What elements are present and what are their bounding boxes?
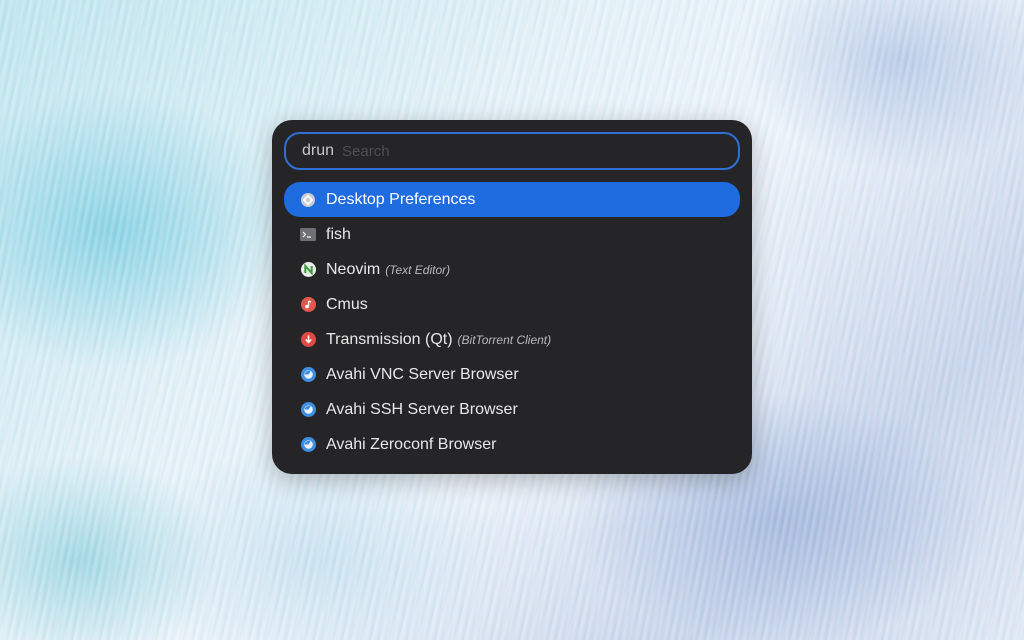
music-note-icon: [300, 297, 316, 313]
results-list: Desktop Preferences fish Neovim (Text Ed…: [284, 182, 740, 462]
app-launcher: drun Desktop Preferences: [272, 120, 752, 474]
network-globe-icon: [300, 402, 316, 418]
result-label: Neovim: [326, 260, 381, 278]
result-label: Desktop Preferences: [326, 190, 476, 208]
result-item-neovim[interactable]: Neovim (Text Editor): [284, 252, 740, 287]
result-label: Cmus: [326, 295, 368, 313]
result-item-cmus[interactable]: Cmus: [284, 287, 740, 322]
result-item-desktop-preferences[interactable]: Desktop Preferences: [284, 182, 740, 217]
gear-icon: [300, 192, 316, 208]
search-bar[interactable]: drun: [284, 132, 740, 170]
search-input[interactable]: [342, 142, 722, 160]
result-item-avahi-vnc[interactable]: Avahi VNC Server Browser: [284, 357, 740, 392]
result-label: Avahi VNC Server Browser: [326, 365, 519, 383]
result-label: Avahi SSH Server Browser: [326, 400, 518, 418]
result-label: Transmission (Qt): [326, 330, 453, 348]
terminal-icon: [300, 227, 316, 243]
network-globe-icon: [300, 437, 316, 453]
neovim-icon: [300, 262, 316, 278]
result-label: Avahi Zeroconf Browser: [326, 435, 497, 453]
download-arrow-icon: [300, 332, 316, 348]
result-description: (Text Editor): [385, 262, 451, 277]
result-item-fish[interactable]: fish: [284, 217, 740, 252]
result-label: fish: [326, 225, 351, 243]
network-globe-icon: [300, 367, 316, 383]
result-description: (BitTorrent Client): [457, 332, 552, 347]
mode-label: drun: [302, 142, 335, 159]
result-item-avahi-zeroconf[interactable]: Avahi Zeroconf Browser: [284, 427, 740, 462]
result-item-avahi-ssh[interactable]: Avahi SSH Server Browser: [284, 392, 740, 427]
result-item-transmission[interactable]: Transmission (Qt) (BitTorrent Client): [284, 322, 740, 357]
